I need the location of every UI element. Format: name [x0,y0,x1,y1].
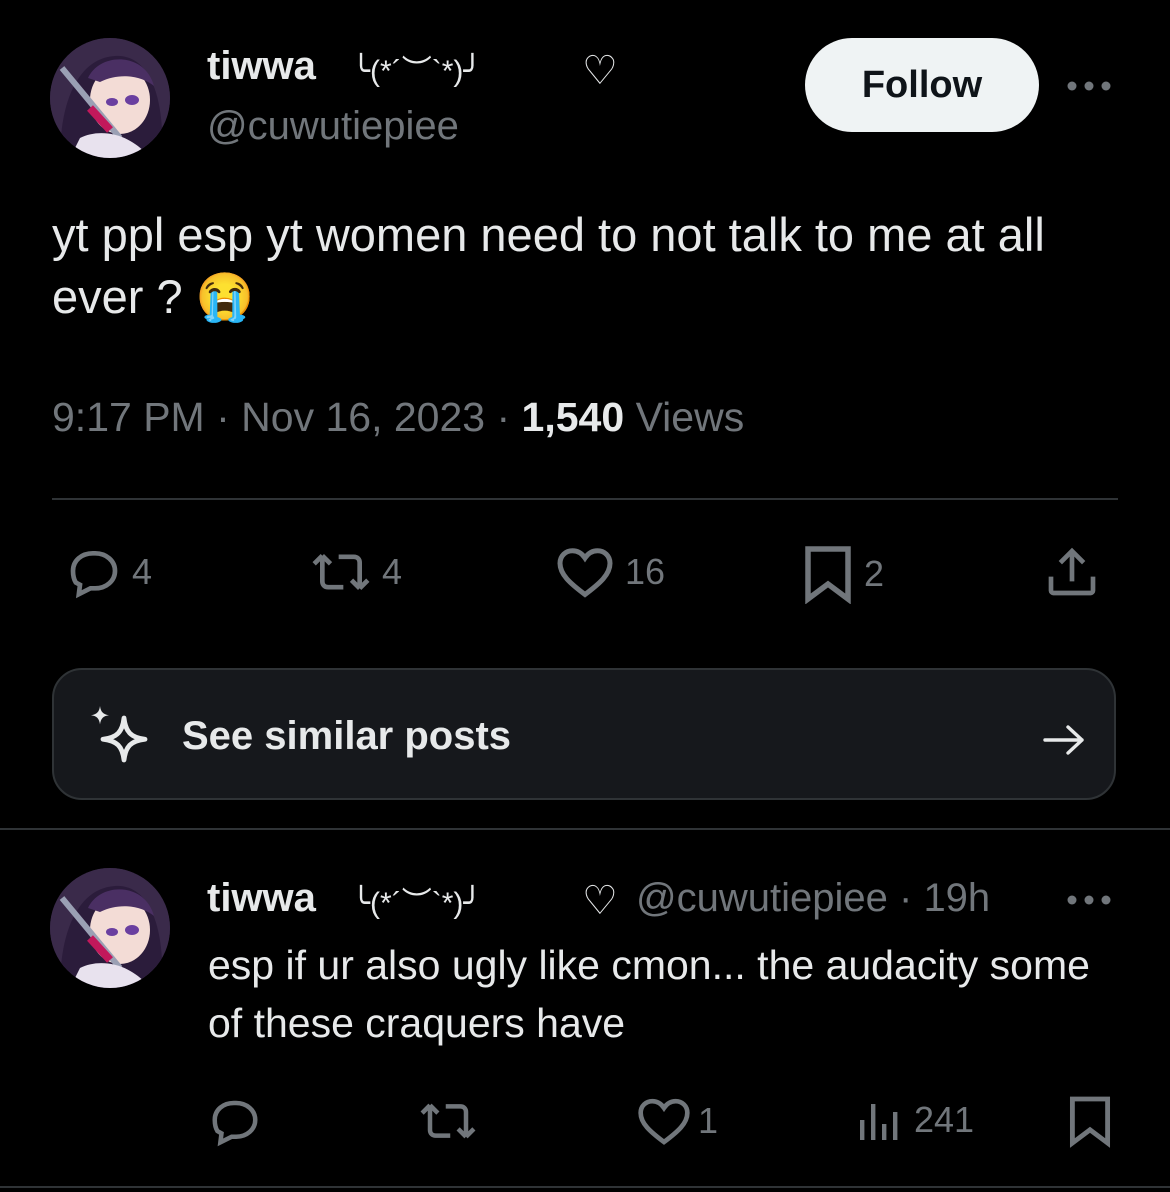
post-text: yt ppl esp yt women need to not talk to … [52,208,1045,323]
avatar-image [50,868,170,988]
arrow-right-icon [1042,722,1086,763]
author-name[interactable]: tiwwa [207,44,316,89]
reply-text: esp if ur also ugly like cmon... the aud… [208,942,1090,1046]
author-handle[interactable]: @cuwutiepiee [207,104,459,149]
bookmark-count: 2 [864,553,885,594]
like-count: 16 [625,551,666,592]
bottom-divider [0,1186,1170,1188]
reply-icon [70,551,118,599]
avatar-image [50,38,170,158]
reply-avatar[interactable] [50,868,170,988]
see-similar-posts-label: See similar posts [182,714,512,758]
reply-repost-button[interactable] [418,1094,488,1148]
reply-icon [212,1100,258,1147]
reply-like-count: 1 [698,1100,719,1141]
bookmark-button[interactable]: 2 [802,544,884,604]
heart-symbol: ♡ [582,49,618,93]
post-time[interactable]: 9:17 PM [52,394,205,440]
sparkle-icon [84,702,156,779]
section-divider [0,828,1170,830]
reply-time[interactable]: 19h [923,876,990,920]
post-meta: 9:17 PM · Nov 16, 2023 · 1,540 Views [52,394,744,441]
reply-button[interactable]: 4 [66,544,152,600]
views-label: Views [635,394,745,440]
share-icon [1048,547,1096,596]
reply-count: 4 [132,551,153,592]
reply-separator: · [898,876,913,920]
reply-author-name[interactable]: tiwwa [207,876,316,921]
views-count[interactable]: 1,540 [522,394,625,440]
like-icon [638,1098,690,1145]
reply-author-handle[interactable]: @cuwutiepiee [636,876,888,920]
share-button[interactable] [1044,544,1100,600]
reply-bookmark-button[interactable] [1068,1094,1112,1148]
like-icon [557,548,613,598]
reply-handle-line: @cuwutiepiee · 19h [636,876,990,921]
reply-reply-button[interactable] [208,1094,272,1148]
repost-icon [312,554,370,590]
bookmark-icon [1069,1096,1111,1148]
avatar[interactable] [50,38,170,158]
reply-heart-symbol: ♡ [582,879,618,923]
like-button[interactable]: 16 [555,544,665,600]
meta-separator: · [496,394,511,440]
repost-count: 4 [382,551,403,592]
reply-like-button[interactable]: 1 [636,1094,718,1148]
reply-more-icon[interactable] [1064,890,1114,915]
bookmark-icon [805,546,851,604]
reply-views-count: 241 [914,1099,975,1140]
repost-icon [420,1103,476,1139]
views-icon [860,1104,898,1140]
repost-button[interactable]: 4 [310,544,402,600]
more-icon[interactable] [1064,76,1114,101]
see-similar-posts-card[interactable]: See similar posts [52,668,1116,800]
author-kaomoji: ╰(*´︶`*)╯ [352,55,482,88]
reply-views-button[interactable]: 241 [856,1096,974,1144]
reply-author-kaomoji: ╰(*´︶`*)╯ [352,887,482,920]
follow-button[interactable]: Follow [805,38,1039,132]
post-date[interactable]: Nov 16, 2023 [241,394,485,440]
divider [52,498,1118,500]
meta-separator: · [216,394,230,440]
